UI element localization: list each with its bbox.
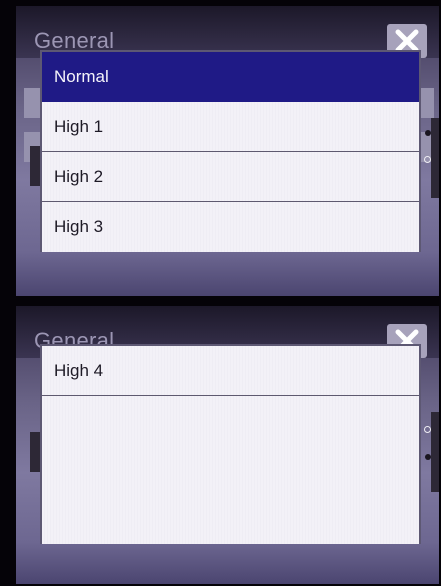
page-indicator-dot — [425, 130, 431, 136]
option-list: High 4 — [40, 344, 421, 544]
option-list: Normal High 1 High 2 High 3 — [40, 50, 421, 252]
list-item-high-3[interactable]: High 3 — [42, 202, 419, 252]
list-item-label: Normal — [54, 66, 109, 86]
screen-bottom: General High 4 — [16, 306, 439, 584]
background-edge — [30, 146, 40, 186]
page-indicator-dot — [425, 454, 431, 460]
scroll-track — [431, 118, 439, 198]
screen-top: General Normal High 1 High 2 High 3 — [16, 6, 439, 296]
list-item-high-4[interactable]: High 4 — [42, 346, 419, 396]
list-item-label: High 3 — [54, 217, 104, 236]
list-item-label: High 1 — [54, 116, 104, 136]
page-indicator-dot — [424, 156, 431, 163]
list-item-normal[interactable]: Normal — [42, 52, 419, 102]
page-indicator-dot — [424, 426, 431, 433]
scroll-track — [431, 412, 439, 492]
list-item-label: High 2 — [54, 166, 104, 186]
list-item-high-2[interactable]: High 2 — [42, 152, 419, 202]
list-item-label: High 4 — [54, 360, 104, 380]
background-edge — [30, 432, 40, 472]
list-empty-area — [42, 396, 419, 544]
list-item-high-1[interactable]: High 1 — [42, 102, 419, 152]
